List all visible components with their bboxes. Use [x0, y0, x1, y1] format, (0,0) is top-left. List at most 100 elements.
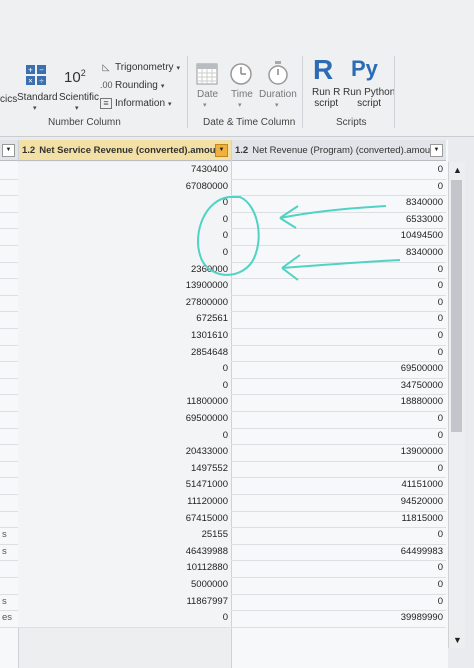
vertical-scrollbar[interactable]: ▲ ▼ — [448, 162, 465, 648]
duration-button[interactable]: Duration — [259, 89, 297, 100]
table-row[interactable]: 13900000 0 — [0, 278, 446, 296]
cell-prev-column[interactable] — [0, 511, 18, 528]
cell-prev-column[interactable]: es — [0, 610, 18, 627]
table-row[interactable]: 11120000 94520000 — [0, 494, 446, 512]
table-row[interactable]: 1301610 0 — [0, 328, 446, 346]
column-header-prev[interactable]: ▼ — [0, 140, 18, 161]
cell-prev-column[interactable] — [0, 328, 18, 345]
cell-prev-column[interactable] — [0, 477, 18, 494]
cell-prev-column[interactable] — [0, 577, 18, 594]
cell-net-service-revenue[interactable]: 0 — [18, 195, 231, 212]
decimal-type-icon[interactable]: 1.2 — [22, 145, 35, 156]
cell-net-revenue-program[interactable]: 0 — [231, 328, 446, 345]
cell-net-revenue-program[interactable]: 8340000 — [231, 195, 446, 212]
cell-net-revenue-program[interactable]: 13900000 — [231, 444, 446, 461]
cell-net-service-revenue[interactable]: 46439988 — [18, 543, 231, 561]
cell-net-service-revenue[interactable]: 67080000 — [18, 178, 231, 196]
cell-net-revenue-program[interactable]: 0 — [231, 278, 446, 295]
time-button[interactable]: Time — [231, 89, 253, 100]
cell-net-revenue-program[interactable]: 11815000 — [231, 511, 446, 528]
table-row[interactable]: 0 6533000 — [0, 211, 446, 230]
cell-prev-column[interactable] — [0, 411, 18, 428]
table-row[interactable]: s 46439988 64499983 — [0, 543, 446, 562]
column-header-net-revenue-program[interactable]: 1.2 Net Revenue (Program) (converted).am… — [231, 140, 446, 161]
table-row[interactable]: 0 8340000 — [0, 245, 446, 263]
cell-net-service-revenue[interactable]: 1497552 — [18, 460, 231, 478]
cell-net-service-revenue[interactable]: 0 — [18, 377, 231, 395]
table-row[interactable]: 1497552 0 — [0, 460, 446, 479]
cell-net-revenue-program[interactable]: 34750000 — [231, 378, 446, 395]
cell-net-revenue-program[interactable]: 0 — [231, 295, 446, 312]
cell-net-revenue-program[interactable]: 94520000 — [231, 494, 446, 511]
cell-net-revenue-program[interactable]: 0 — [231, 461, 446, 478]
standard-dropdown-icon[interactable]: ▾ — [33, 104, 37, 112]
cell-net-revenue-program[interactable]: 0 — [231, 577, 446, 594]
table-row[interactable]: 11800000 18880000 — [0, 394, 446, 412]
cell-prev-column[interactable] — [0, 494, 18, 511]
cell-net-service-revenue[interactable]: 0 — [18, 245, 231, 262]
scientific-dropdown-icon[interactable]: ▾ — [75, 104, 79, 112]
table-row[interactable]: 0 10494500 — [0, 228, 446, 246]
cell-net-service-revenue[interactable]: 20433000 — [18, 444, 231, 461]
table-row[interactable]: 0 8340000 — [0, 195, 446, 213]
cell-prev-column[interactable] — [0, 179, 18, 196]
cell-net-service-revenue[interactable]: 2360000 — [18, 261, 231, 279]
cell-net-revenue-program[interactable]: 8340000 — [231, 245, 446, 262]
cell-net-revenue-program[interactable]: 18880000 — [231, 394, 446, 411]
cell-prev-column[interactable]: s — [0, 544, 18, 561]
cell-net-revenue-program[interactable]: 6533000 — [231, 212, 446, 229]
run-r-script-button[interactable]: Run R script — [312, 87, 340, 109]
information-button[interactable]: ≡ Information ▾ — [100, 98, 172, 109]
decimal-type-icon[interactable]: 1.2 — [235, 145, 248, 156]
cell-net-service-revenue[interactable]: 0 — [18, 610, 231, 627]
cell-net-service-revenue[interactable]: 672561 — [18, 311, 231, 328]
cell-net-service-revenue[interactable]: 5000000 — [18, 577, 231, 594]
cell-prev-column[interactable] — [0, 262, 18, 279]
cell-net-revenue-program[interactable]: 69500000 — [231, 361, 446, 378]
filter-dropdown-icon[interactable]: ▼ — [430, 144, 443, 157]
cell-net-revenue-program[interactable]: 0 — [231, 594, 446, 611]
date-button[interactable]: Date — [197, 89, 218, 100]
date-dropdown-icon[interactable]: ▾ — [203, 101, 207, 109]
cell-net-service-revenue[interactable]: 67415000 — [18, 510, 231, 528]
table-row[interactable]: 20433000 13900000 — [0, 444, 446, 462]
cell-net-service-revenue[interactable]: 25155 — [18, 527, 231, 544]
cell-prev-column[interactable] — [0, 560, 18, 577]
cell-net-service-revenue[interactable]: 2854648 — [18, 344, 231, 362]
run-python-script-button[interactable]: Run Python script — [343, 87, 395, 109]
cell-net-revenue-program[interactable]: 0 — [231, 262, 446, 279]
cell-net-revenue-program[interactable]: 0 — [231, 527, 446, 544]
cell-prev-column[interactable] — [0, 394, 18, 411]
cell-net-revenue-program[interactable]: 0 — [231, 345, 446, 362]
table-row[interactable]: 67080000 0 — [0, 178, 446, 197]
cell-net-service-revenue[interactable]: 13900000 — [18, 278, 231, 295]
cell-net-service-revenue[interactable]: 51471000 — [18, 477, 231, 494]
cell-net-service-revenue[interactable]: 69500000 — [18, 411, 231, 428]
cell-net-revenue-program[interactable]: 41151000 — [231, 477, 446, 494]
cell-net-revenue-program[interactable]: 0 — [231, 428, 446, 445]
table-row[interactable]: 67415000 11815000 — [0, 510, 446, 529]
cell-net-revenue-program[interactable]: 0 — [231, 560, 446, 577]
cell-prev-column[interactable]: s — [0, 594, 18, 611]
cell-net-service-revenue[interactable]: 27800000 — [18, 294, 231, 312]
filter-dropdown-icon[interactable]: ▼ — [215, 144, 228, 157]
table-row[interactable]: s 11867997 0 — [0, 593, 446, 612]
cell-prev-column[interactable] — [0, 162, 18, 179]
cell-net-service-revenue[interactable]: 0 — [18, 361, 231, 378]
cell-prev-column[interactable] — [0, 212, 18, 229]
cell-net-revenue-program[interactable]: 0 — [231, 411, 446, 428]
duration-dropdown-icon[interactable]: ▾ — [275, 101, 279, 109]
table-row[interactable]: 5000000 0 — [0, 577, 446, 595]
table-row[interactable]: 51471000 41151000 — [0, 477, 446, 495]
rounding-button[interactable]: .00 Rounding ▾ — [100, 80, 164, 91]
table-row[interactable]: 10112880 0 — [0, 560, 446, 578]
table-row[interactable]: 0 34750000 — [0, 377, 446, 396]
table-row[interactable]: 2360000 0 — [0, 261, 446, 280]
scroll-up-icon[interactable]: ▲ — [453, 165, 462, 175]
cell-net-service-revenue[interactable]: 0 — [18, 211, 231, 229]
scroll-down-icon[interactable]: ▼ — [453, 635, 462, 645]
cell-net-revenue-program[interactable]: 0 — [231, 311, 446, 328]
cell-net-service-revenue[interactable]: 1301610 — [18, 328, 231, 345]
cell-prev-column[interactable] — [0, 461, 18, 478]
cell-net-revenue-program[interactable]: 0 — [231, 162, 446, 179]
